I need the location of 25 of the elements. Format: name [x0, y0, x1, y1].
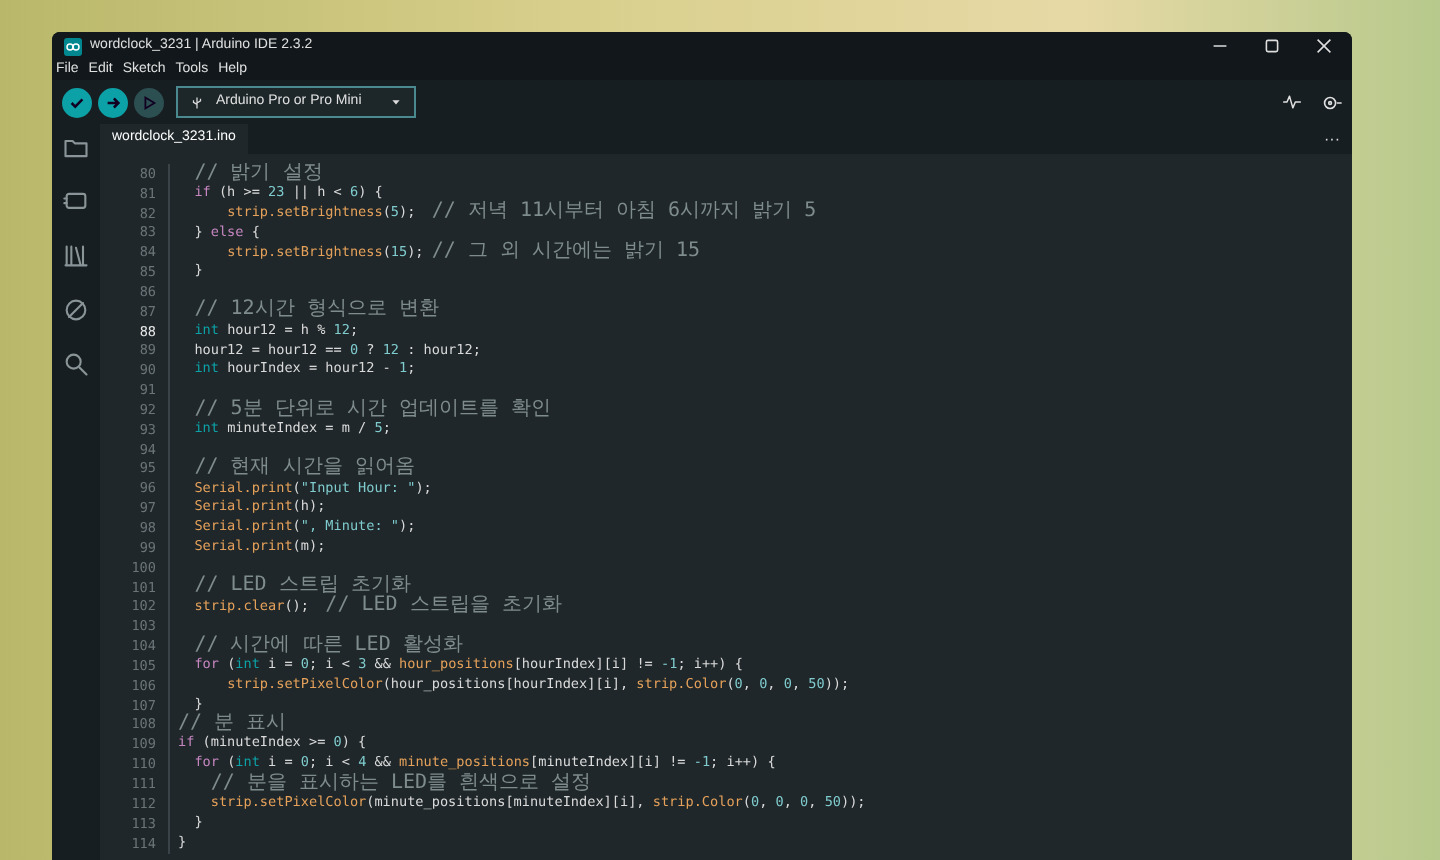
serial-plotter-icon[interactable]: [1282, 92, 1302, 112]
code-line: // 현재 시간을 읽어옴: [192, 458, 415, 480]
arrow-right-icon: [104, 93, 122, 111]
library-icon[interactable]: [62, 242, 90, 270]
usb-icon: [190, 95, 204, 109]
serial-monitor-icon[interactable]: [1320, 91, 1342, 113]
code-line: // 분 표시: [178, 714, 287, 735]
code-line: // 시간에 따른 LED 활성화: [192, 635, 463, 657]
code-line: // 분을 표시하는 LED를 흰색으로 설정: [208, 773, 592, 795]
verify-button[interactable]: [62, 87, 92, 117]
caret-icon: [390, 96, 402, 108]
debug-icon[interactable]: [62, 296, 90, 324]
upload-button[interactable]: [98, 87, 128, 117]
play-icon: [140, 93, 158, 111]
code-line: // 5분 단위로 시간 업데이트를 확인: [192, 399, 551, 421]
close-icon[interactable]: [1316, 38, 1332, 54]
code-line: // 밝기 설정: [192, 163, 323, 185]
maximize-icon[interactable]: [1264, 38, 1280, 54]
code-line: // 12시간 형식으로 변환: [192, 300, 439, 323]
app-logo-icon: [64, 37, 82, 55]
search-icon[interactable]: [62, 350, 90, 378]
more-actions-icon[interactable]: ···: [1324, 127, 1340, 151]
code-line: // LED 스트립 초기화: [192, 576, 411, 597]
checkmark-icon: [68, 93, 86, 111]
folder-icon[interactable]: [62, 134, 90, 162]
